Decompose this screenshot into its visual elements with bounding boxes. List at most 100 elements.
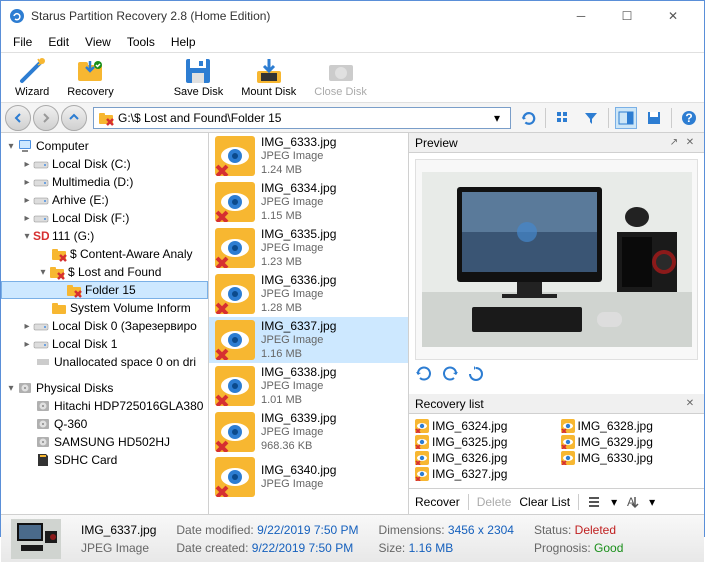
recover-button[interactable]: Recover (415, 495, 460, 509)
file-name: IMG_6340.jpg (261, 463, 336, 477)
menu-file[interactable]: File (5, 33, 40, 51)
maximize-button[interactable]: ☐ (604, 1, 650, 31)
filter-button[interactable] (580, 107, 602, 129)
list-view-button[interactable] (587, 494, 603, 510)
file-thumbnail-icon (215, 228, 255, 268)
right-panel: Preview ↗ ✕ (409, 133, 704, 514)
address-bar: G:\$ Lost and Found\Folder 15 ▾ ? (1, 103, 704, 133)
tree-content-aware[interactable]: $ Content-Aware Analy (1, 245, 208, 263)
closedisk-button: Close Disk (306, 55, 375, 100)
recovery-item[interactable]: IMG_6326.jpg (415, 450, 553, 466)
wizard-button[interactable]: Wizard (7, 55, 57, 100)
file-thumbnail-icon (215, 274, 255, 314)
address-dropdown[interactable]: ▾ (494, 111, 506, 125)
preview-toggle-button[interactable] (615, 107, 637, 129)
recovery-item[interactable]: IMG_6328.jpg (561, 418, 699, 434)
recovery-list-title: Recovery list (415, 397, 682, 411)
file-size: 968.36 KB (261, 439, 336, 453)
status-size: 1.16 MB (409, 541, 454, 555)
file-size: 1.15 MB (261, 209, 336, 223)
minimize-button[interactable]: ─ (558, 1, 604, 31)
menu-help[interactable]: Help (163, 33, 204, 51)
view-button[interactable] (552, 107, 574, 129)
status-created: 9/22/2019 7:50 PM (252, 541, 353, 555)
menu-tools[interactable]: Tools (119, 33, 163, 51)
tree-sdhc[interactable]: SDHC Card (1, 451, 208, 469)
tree-unalloc[interactable]: Unallocated space 0 on dri (1, 353, 208, 371)
clearlist-button[interactable]: Clear List (519, 495, 570, 509)
rotate-right-button[interactable] (441, 365, 459, 383)
menu-view[interactable]: View (77, 33, 119, 51)
folder-icon (98, 110, 114, 126)
tree-lost-found[interactable]: ▾$ Lost and Found (1, 263, 208, 281)
nav-up-button[interactable] (61, 105, 87, 131)
recovery-item[interactable]: IMG_6330.jpg (561, 450, 699, 466)
recovery-item-name: IMG_6330.jpg (578, 451, 653, 465)
file-item[interactable]: IMG_6337.jpg JPEG Image 1.16 MB (209, 317, 408, 363)
preview-popout-button[interactable]: ↗ (666, 135, 682, 151)
nav-forward-button[interactable] (33, 105, 59, 131)
menu-edit[interactable]: Edit (40, 33, 77, 51)
nav-back-button[interactable] (5, 105, 31, 131)
recovery-item[interactable]: IMG_6324.jpg (415, 418, 553, 434)
tree-localdisk1[interactable]: ▸Local Disk 1 (1, 335, 208, 353)
sort-button[interactable]: A (625, 494, 641, 510)
recovery-item[interactable]: IMG_6327.jpg (415, 466, 553, 482)
tree-computer[interactable]: ▾Computer (1, 137, 208, 155)
preview-image (415, 159, 698, 360)
recovery-item-name: IMG_6325.jpg (432, 435, 507, 449)
titlebar: Starus Partition Recovery 2.8 (Home Edit… (1, 1, 704, 31)
recovery-item[interactable]: IMG_6325.jpg (415, 434, 553, 450)
recovery-icon (76, 57, 104, 85)
file-type: JPEG Image (261, 333, 336, 347)
mountdisk-label: Mount Disk (241, 86, 296, 98)
tree-physical[interactable]: ▾Physical Disks (1, 379, 208, 397)
tree-local-f[interactable]: ▸Local Disk (F:) (1, 209, 208, 227)
tree-hitachi[interactable]: Hitachi HDP725016GLA380 (1, 397, 208, 415)
file-type: JPEG Image (261, 149, 336, 163)
file-item[interactable]: IMG_6333.jpg JPEG Image 1.24 MB (209, 133, 408, 179)
preview-header: Preview ↗ ✕ (409, 133, 704, 153)
recovery-list-close-button[interactable]: ✕ (682, 396, 698, 412)
file-list: IMG_6333.jpg JPEG Image 1.24 MB IMG_6334… (209, 133, 409, 514)
tree-local-c[interactable]: ▸Local Disk (C:) (1, 155, 208, 173)
file-thumbnail-icon (215, 320, 255, 360)
svg-text:SD: SD (33, 229, 49, 243)
file-thumbnail-icon (215, 136, 255, 176)
recovery-button[interactable]: Recovery (59, 55, 121, 100)
tree-folder-15[interactable]: Folder 15 (1, 281, 208, 299)
tree-sysvol[interactable]: System Volume Inform (1, 299, 208, 317)
address-input[interactable]: G:\$ Lost and Found\Folder 15 ▾ (93, 107, 511, 129)
preview-close-button[interactable]: ✕ (682, 135, 698, 151)
file-item[interactable]: IMG_6340.jpg JPEG Image (209, 455, 408, 499)
file-size: 1.01 MB (261, 393, 336, 407)
tree-samsung[interactable]: SAMSUNG HD502HJ (1, 433, 208, 451)
mountdisk-button[interactable]: Mount Disk (233, 55, 304, 100)
recovery-item[interactable]: IMG_6329.jpg (561, 434, 699, 450)
file-item[interactable]: IMG_6339.jpg JPEG Image 968.36 KB (209, 409, 408, 455)
tree-localdisk0[interactable]: ▸Local Disk 0 (Зарезервиро (1, 317, 208, 335)
file-type: JPEG Image (261, 379, 336, 393)
refresh-button[interactable] (517, 107, 539, 129)
save-button[interactable] (643, 107, 665, 129)
file-type: JPEG Image (261, 477, 336, 491)
rotate-left-button[interactable] (415, 365, 433, 383)
tree-multimedia-d[interactable]: ▸Multimedia (D:) (1, 173, 208, 191)
app-icon (9, 8, 25, 24)
savedisk-button[interactable]: Save Disk (166, 55, 232, 100)
file-item[interactable]: IMG_6335.jpg JPEG Image 1.23 MB (209, 225, 408, 271)
file-type: JPEG Image (261, 287, 336, 301)
recovery-item-name: IMG_6328.jpg (578, 419, 653, 433)
close-button[interactable]: ✕ (650, 1, 696, 31)
file-thumbnail-icon (215, 457, 255, 497)
window-title: Starus Partition Recovery 2.8 (Home Edit… (31, 9, 558, 23)
file-item[interactable]: IMG_6338.jpg JPEG Image 1.01 MB (209, 363, 408, 409)
help-button[interactable]: ? (678, 107, 700, 129)
file-size: 1.28 MB (261, 301, 336, 315)
file-item[interactable]: IMG_6334.jpg JPEG Image 1.15 MB (209, 179, 408, 225)
tree-111-g[interactable]: ▾SD111 (G:) (1, 227, 208, 245)
rotate-180-button[interactable] (467, 365, 485, 383)
tree-arhive-e[interactable]: ▸Arhive (E:) (1, 191, 208, 209)
file-item[interactable]: IMG_6336.jpg JPEG Image 1.28 MB (209, 271, 408, 317)
tree-q360[interactable]: Q-360 (1, 415, 208, 433)
